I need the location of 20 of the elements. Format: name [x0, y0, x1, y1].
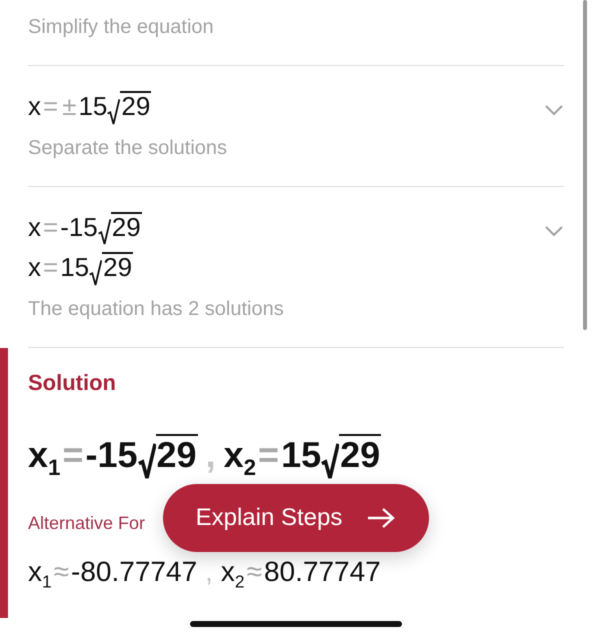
radical-sign-icon — [107, 98, 120, 125]
chevron-icon[interactable] — [544, 104, 564, 116]
radical-sign-icon — [138, 442, 156, 480]
radical-sign-icon — [89, 258, 102, 286]
alternative-form-label: Alternative For — [28, 512, 146, 534]
step-caption: The equation has 2 solutions — [28, 298, 285, 320]
scrollbar[interactable] — [583, 0, 587, 330]
equation: x=±15 29 — [28, 90, 544, 122]
explain-steps-button[interactable]: Explain Steps — [163, 484, 429, 552]
step-caption: Separate the solutions — [28, 136, 228, 160]
chevron-icon[interactable] — [544, 224, 564, 236]
solution-title: Solution — [28, 370, 117, 396]
solution-equation: x$_{1}$=-15 29 , x$_{2}$=15 29 — [28, 432, 382, 482]
equation: x=-15 29 — [28, 210, 544, 243]
alternative-equation: x$_{1}$≈-80.77747 , x$_{2}$≈80.77747 — [28, 554, 382, 593]
step-caption: Simplify the equation — [28, 16, 215, 39]
arrow-right-icon — [366, 506, 396, 528]
radical-sign-icon — [321, 442, 340, 480]
equation: x=15 29 — [28, 251, 544, 284]
radical-sign-icon — [98, 218, 111, 246]
